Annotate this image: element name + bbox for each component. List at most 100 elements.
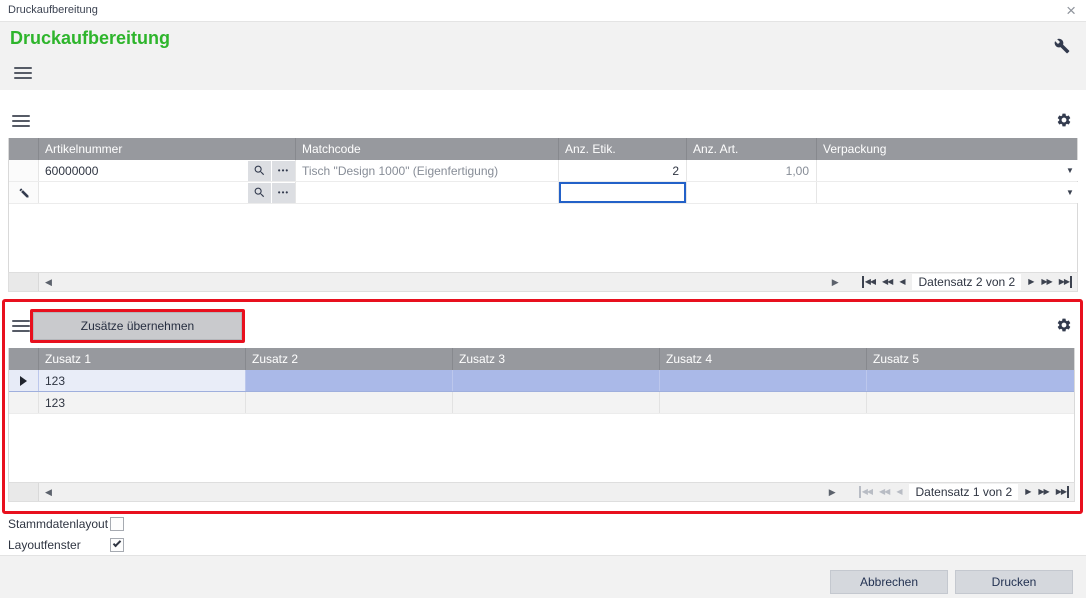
matchcode-cell[interactable]: Tisch "Design 1000" (Eigenfertigung): [296, 160, 559, 181]
header-menu-icon[interactable]: [14, 64, 32, 82]
scroll-right-icon[interactable]: ▶: [823, 488, 842, 497]
drucken-button[interactable]: Drucken: [955, 570, 1073, 594]
row-selector-edit[interactable]: [9, 182, 39, 203]
zusaetze-table: Zusatz 1 Zusatz 2 Zusatz 3 Zusatz 4 Zusa…: [8, 348, 1075, 482]
ellipsis-icon[interactable]: •••: [271, 183, 295, 203]
artikelnummer-value[interactable]: 60000000: [39, 164, 247, 178]
col-anz-etik[interactable]: Anz. Etik.: [559, 138, 687, 160]
nav-prev-icon[interactable]: ◀: [896, 486, 902, 498]
col-artikelnummer[interactable]: Artikelnummer: [39, 138, 296, 160]
wrench-icon[interactable]: [1054, 38, 1070, 54]
stammdatenlayout-option: Stammdatenlayout: [8, 517, 124, 531]
nav-next-icon[interactable]: ▶: [1025, 486, 1031, 498]
anz-etik-cell[interactable]: 2: [559, 160, 687, 181]
articles-table-header: Artikelnummer Matchcode Anz. Etik. Anz. …: [9, 138, 1077, 160]
row-selector[interactable]: [9, 392, 39, 413]
scroll-right-icon[interactable]: ▶: [826, 278, 845, 287]
zusaetze-pager: ▶ ◀◀ ◀◀ ◀ Datensatz 1 von 2 ▶ ▶▶ ▶▶: [823, 484, 1074, 500]
search-icon[interactable]: [247, 161, 271, 181]
articles-pager: ▶ ◀◀ ◀◀ ◀ Datensatz 2 von 2 ▶ ▶▶ ▶▶: [826, 274, 1077, 290]
dropdown-icon[interactable]: ▼: [1061, 182, 1079, 203]
articles-table: Artikelnummer Matchcode Anz. Etik. Anz. …: [8, 138, 1078, 272]
record-indicator: Datensatz 1 von 2: [909, 484, 1018, 500]
button-annotation-box: Zusätze übernehmen: [30, 309, 245, 343]
matchcode-cell-new[interactable]: [296, 182, 559, 203]
dropdown-icon[interactable]: ▼: [1061, 160, 1079, 181]
scroll-left-icon[interactable]: ◀: [39, 488, 58, 497]
zusaetze-row-2[interactable]: 123: [9, 392, 1074, 414]
col-zusatz-4[interactable]: Zusatz 4: [660, 348, 867, 370]
nav-fast-rev-icon[interactable]: ◀◀: [879, 486, 889, 498]
zusaetze-scrollbar: ◀ ▶ ◀◀ ◀◀ ◀ Datensatz 1 von 2 ▶ ▶▶ ▶▶: [8, 482, 1075, 502]
row-selector-current[interactable]: [9, 370, 39, 391]
verpackung-cell[interactable]: ▼: [817, 160, 1079, 181]
current-row-arrow-icon: [20, 376, 27, 386]
record-indicator: Datensatz 2 von 2: [912, 274, 1021, 290]
col-zusatz-2[interactable]: Zusatz 2: [246, 348, 453, 370]
anz-art-cell-new[interactable]: [687, 182, 817, 203]
articles-gear-icon[interactable]: [1056, 112, 1072, 128]
col-verpackung[interactable]: Verpackung: [817, 138, 1079, 160]
col-zusatz-5[interactable]: Zusatz 5: [867, 348, 1074, 370]
nav-prev-icon[interactable]: ◀: [899, 276, 905, 288]
zusaetze-uebernehmen-button[interactable]: Zusätze übernehmen: [33, 312, 242, 340]
verpackung-cell-new[interactable]: ▼: [817, 182, 1079, 203]
zusaetze-row-1-selected[interactable]: 123: [9, 370, 1074, 392]
nav-fast-rev-icon[interactable]: ◀◀: [882, 276, 892, 288]
nav-first-icon[interactable]: ◀◀: [859, 486, 872, 498]
zusatz5-cell[interactable]: [867, 392, 1074, 413]
footer-bar: Abbrechen Drucken: [0, 555, 1086, 598]
articles-menu-icon[interactable]: [12, 112, 30, 130]
anz-etik-cell-focused[interactable]: [559, 182, 687, 203]
nav-fast-fwd-icon[interactable]: ▶▶: [1041, 276, 1051, 288]
nav-next-icon[interactable]: ▶: [1028, 276, 1034, 288]
scroll-left-icon[interactable]: ◀: [39, 278, 58, 287]
header-band: Druckaufbereitung: [0, 22, 1086, 90]
articles-row-2[interactable]: ••• ▼: [9, 182, 1077, 204]
zusatz5-cell[interactable]: [867, 370, 1074, 391]
zusaetze-gear-icon[interactable]: [1056, 317, 1072, 333]
row-selector-header: [9, 138, 39, 160]
row-selector-header: [9, 348, 39, 370]
nav-first-icon[interactable]: ◀◀: [862, 276, 875, 288]
zusatz2-cell[interactable]: [246, 392, 453, 413]
anz-art-cell[interactable]: 1,00: [687, 160, 817, 181]
row-selector[interactable]: [9, 160, 39, 181]
col-zusatz-3[interactable]: Zusatz 3: [453, 348, 660, 370]
druckaufbereitung-window: Druckaufbereitung × Druckaufbereitung Ar…: [0, 0, 1086, 598]
artikelnummer-cell[interactable]: 60000000 •••: [39, 160, 296, 181]
zusatz3-cell[interactable]: [453, 370, 660, 391]
window-title: Druckaufbereitung: [8, 4, 98, 16]
nav-last-icon[interactable]: ▶▶: [1056, 486, 1069, 498]
window-titlebar: Druckaufbereitung ×: [0, 0, 1086, 22]
col-matchcode[interactable]: Matchcode: [296, 138, 559, 160]
stammdatenlayout-checkbox[interactable]: [110, 517, 124, 531]
zusaetze-table-header: Zusatz 1 Zusatz 2 Zusatz 3 Zusatz 4 Zusa…: [9, 348, 1074, 370]
checkmark-icon: [113, 539, 121, 547]
ellipsis-icon[interactable]: •••: [271, 161, 295, 181]
articles-row-1[interactable]: 60000000 ••• Tisch "Design 1000" (Eigenf…: [9, 160, 1077, 182]
search-icon[interactable]: [247, 183, 271, 203]
stammdatenlayout-label: Stammdatenlayout: [8, 517, 110, 531]
zusaetze-menu-icon[interactable]: [12, 317, 30, 335]
col-anz-art[interactable]: Anz. Art.: [687, 138, 817, 160]
zusatz2-cell[interactable]: [246, 370, 453, 391]
close-icon[interactable]: ×: [1066, 0, 1076, 22]
layoutfenster-label: Layoutfenster: [8, 538, 110, 552]
artikelnummer-cell-new[interactable]: •••: [39, 182, 296, 203]
scrollbar-corner: [9, 273, 39, 291]
nav-last-icon[interactable]: ▶▶: [1059, 276, 1072, 288]
zusatz3-cell[interactable]: [453, 392, 660, 413]
articles-scrollbar: ◀ ▶ ◀◀ ◀◀ ◀ Datensatz 2 von 2 ▶ ▶▶ ▶▶: [8, 272, 1078, 292]
zusatz1-cell[interactable]: 123: [39, 370, 246, 391]
pencil-icon: [18, 187, 30, 199]
layoutfenster-checkbox[interactable]: [110, 538, 124, 552]
scrollbar-corner: [9, 483, 39, 501]
zusatz4-cell[interactable]: [660, 370, 867, 391]
zusatz1-cell[interactable]: 123: [39, 392, 246, 413]
col-zusatz-1[interactable]: Zusatz 1: [39, 348, 246, 370]
layoutfenster-option: Layoutfenster: [8, 538, 124, 552]
nav-fast-fwd-icon[interactable]: ▶▶: [1038, 486, 1048, 498]
abbrechen-button[interactable]: Abbrechen: [830, 570, 948, 594]
zusatz4-cell[interactable]: [660, 392, 867, 413]
